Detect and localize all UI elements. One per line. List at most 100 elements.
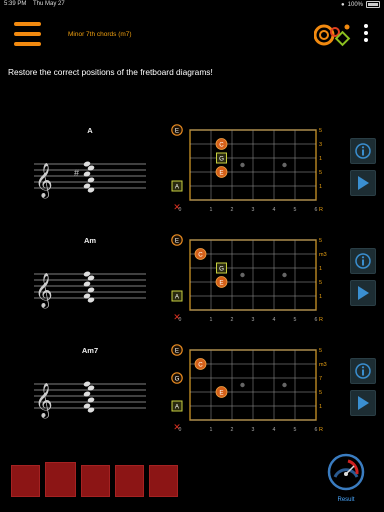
- status-time: 5:39 PM: [4, 1, 27, 7]
- page-title: Minor 7th chords (m7): [68, 31, 132, 38]
- interval-label: m3: [319, 362, 327, 368]
- interval-label: 7: [319, 376, 322, 382]
- treble-clef-icon: 𝄞: [35, 273, 53, 309]
- info-icon: [355, 143, 371, 159]
- play-button[interactable]: [350, 390, 376, 416]
- answer-slot-2[interactable]: [45, 462, 76, 497]
- chord-name: A: [87, 126, 93, 135]
- instruction-text: Restore the correct positions of the fre…: [8, 67, 213, 77]
- result-label: Result: [337, 497, 355, 503]
- treble-clef-icon: 𝄞: [35, 163, 53, 199]
- app-logo-icon[interactable]: [314, 22, 354, 48]
- interval-label: 5: [319, 238, 322, 244]
- fret-number: 3: [252, 207, 255, 213]
- interval-label: 5: [319, 170, 322, 176]
- info-button[interactable]: [350, 248, 376, 274]
- battery-percent: 100%: [347, 1, 363, 8]
- fretboard-diagram[interactable]: EGA✕CE0 1 2 3 4 5 65m3751R: [168, 343, 333, 433]
- fret-number: 2: [231, 207, 234, 213]
- chord-name: Am7: [81, 346, 99, 355]
- interval-label: 3: [319, 142, 322, 148]
- fret-number: 2: [231, 427, 234, 433]
- answer-slot-4[interactable]: [115, 465, 144, 497]
- fret-number: 3: [252, 427, 255, 433]
- fret-number: 4: [273, 427, 276, 433]
- status-indicators: ● 100%: [341, 1, 380, 8]
- fret-number: 1: [210, 427, 213, 433]
- finger-note-label: E: [219, 389, 223, 396]
- kebab-menu-icon[interactable]: [362, 24, 370, 46]
- music-staff: 𝄞: [34, 381, 146, 419]
- finger-note-label: C: [219, 141, 224, 148]
- fret-number: 0: [179, 207, 182, 213]
- answer-slot-1[interactable]: [11, 465, 40, 497]
- play-icon: [358, 176, 369, 190]
- answer-slot-5[interactable]: [149, 465, 178, 497]
- fretboard-diagram[interactable]: EA✕CGE0 1 2 3 4 5 65m3151R: [168, 233, 333, 323]
- fret-number: 1: [210, 317, 213, 323]
- chord-name: Am: [83, 236, 97, 245]
- open-string-label: E: [175, 347, 179, 354]
- fret-number: 5: [294, 317, 297, 323]
- interval-label: 5: [319, 280, 322, 286]
- answer-slot-3[interactable]: [81, 465, 110, 497]
- hamburger-menu-icon[interactable]: [14, 22, 41, 46]
- fret-number: 0: [179, 427, 182, 433]
- gauge-icon: [327, 453, 365, 491]
- result-button[interactable]: Result: [326, 452, 366, 503]
- wifi-icon: ●: [341, 1, 345, 8]
- info-button[interactable]: [350, 358, 376, 384]
- fret-inlay-dot: [240, 272, 245, 278]
- play-button[interactable]: [350, 170, 376, 196]
- fret-inlay-dot: [240, 382, 245, 388]
- treble-clef-icon: 𝄞: [35, 383, 53, 419]
- interval-label: 1: [319, 294, 322, 300]
- interval-label: R: [319, 427, 323, 433]
- battery-icon: [366, 1, 380, 8]
- fret-inlay-dot: [282, 382, 287, 388]
- fret-number: 3: [252, 317, 255, 323]
- sharp-accidental: #: [74, 168, 79, 178]
- info-button[interactable]: [350, 138, 376, 164]
- fret-number: 6: [315, 317, 318, 323]
- fretboard-diagram[interactable]: EA✕CGE0 1 2 3 4 5 653151R: [168, 123, 333, 213]
- interval-label: 5: [319, 348, 322, 354]
- finger-note-label: E: [219, 279, 223, 286]
- finger-note-label: C: [198, 361, 203, 368]
- info-icon: [355, 253, 371, 269]
- interval-label: 1: [319, 156, 322, 162]
- open-string-label: G: [175, 375, 180, 382]
- fret-number: 4: [273, 317, 276, 323]
- interval-label: R: [319, 317, 323, 323]
- fret-number: 6: [315, 207, 318, 213]
- status-bar: 5:39 PM Thu May 27 ● 100%: [0, 0, 384, 10]
- fret-inlay-dot: [282, 162, 287, 168]
- fret-number: 4: [273, 207, 276, 213]
- finger-note-label: G: [219, 155, 224, 162]
- music-staff: 𝄞 #: [34, 161, 146, 199]
- interval-label: R: [319, 207, 323, 213]
- status-date: Thu May 27: [33, 1, 65, 7]
- play-button[interactable]: [350, 280, 376, 306]
- open-string-label: E: [175, 237, 179, 244]
- fret-number: 5: [294, 427, 297, 433]
- finger-note-label: G: [219, 265, 224, 272]
- music-staff: 𝄞: [34, 271, 146, 309]
- interval-label: m3: [319, 252, 327, 258]
- fret-number: 0: [179, 317, 182, 323]
- fret-number: 6: [315, 427, 318, 433]
- finger-note-label: C: [198, 251, 203, 258]
- interval-label: 1: [319, 266, 322, 272]
- open-string-label: E: [175, 127, 179, 134]
- info-icon: [355, 363, 371, 379]
- play-icon: [358, 396, 369, 410]
- fret-number: 5: [294, 207, 297, 213]
- fret-inlay-dot: [282, 272, 287, 278]
- fret-inlay-dot: [240, 162, 245, 168]
- fret-number: 2: [231, 317, 234, 323]
- interval-label: 1: [319, 184, 322, 190]
- answer-slots: [11, 462, 178, 497]
- interval-label: 5: [319, 128, 322, 134]
- play-icon: [358, 286, 369, 300]
- fret-number: 1: [210, 207, 213, 213]
